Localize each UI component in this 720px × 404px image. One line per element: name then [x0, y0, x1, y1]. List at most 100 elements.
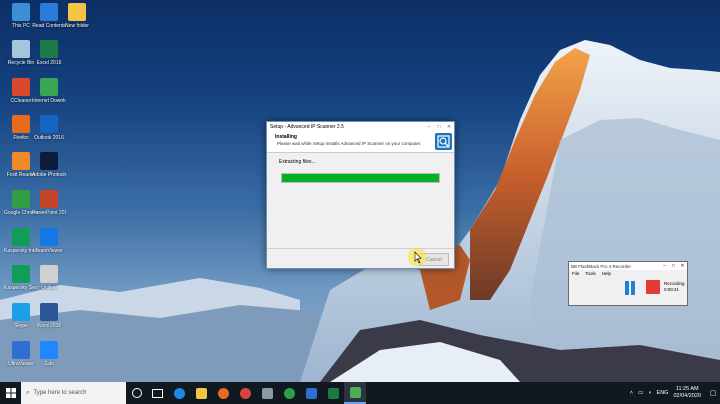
recorder-title: BB FlashBack Pro 4 Recorder [571, 263, 632, 269]
desktop-icon-label: Adobe Photosho... [32, 172, 66, 178]
stop-button[interactable] [646, 280, 660, 294]
setup-body: Extracting files... [267, 153, 454, 189]
desktop-icon-label: Word 2016 [36, 323, 62, 329]
pointer-cursor-icon [414, 251, 422, 264]
recorder-body: Recording 0:00:41 [569, 277, 687, 304]
recorder-menubar: File Tools Help [569, 270, 687, 277]
zalo-icon [40, 341, 58, 359]
taskbar-excel[interactable] [322, 382, 344, 404]
task-view-button[interactable] [147, 382, 168, 404]
desktop-icon[interactable]: New folder [60, 3, 94, 29]
cortana-icon [131, 388, 142, 398]
unikey-icon [40, 265, 58, 283]
desktop-icon[interactable]: Outlook 2016 [32, 115, 66, 141]
windows-logo-icon [5, 388, 16, 398]
powerpoint-icon [40, 190, 58, 208]
desktop-icon-label: Internet Downlo... [32, 98, 66, 104]
system-tray: ˄ ▭ ◖ ENG 11:25 AM 02/04/2020 ▢ [630, 382, 720, 404]
language-indicator[interactable]: ENG [657, 390, 669, 396]
desktop-icon-label: Excel 2016 [36, 60, 62, 66]
foxit-icon [12, 152, 30, 170]
recorder-close-button[interactable]: ✕ [678, 263, 687, 269]
kaspersky-icon [12, 228, 30, 246]
menu-file[interactable]: File [572, 271, 579, 276]
pause-button[interactable] [624, 281, 636, 295]
monitor-icon [12, 3, 30, 21]
notification-button[interactable]: ▢ [706, 382, 720, 404]
maximize-button[interactable]: □ [434, 124, 444, 130]
desktop-icon[interactable]: PowerPoint 2016 [32, 190, 66, 216]
ultraviewer-icon [305, 387, 317, 399]
start-button[interactable] [0, 382, 21, 404]
notification-icon: ▢ [709, 390, 717, 397]
menu-tools[interactable]: Tools [585, 271, 596, 276]
desktop-icon[interactable]: Word 2016 [32, 303, 66, 329]
folder-icon [68, 3, 86, 21]
recording-status: Recording 0:00:41 [664, 281, 685, 293]
ccleaner-icon [12, 78, 30, 96]
skype-icon [12, 303, 30, 321]
firefox-icon [12, 115, 30, 133]
outlook-icon [40, 115, 58, 133]
close-button[interactable]: ✕ [444, 124, 454, 130]
setup-subheading: Please wait while Setup installs Advance… [277, 141, 422, 146]
install-progress-bar [281, 173, 440, 183]
recorder-maximize-button[interactable]: □ [669, 263, 678, 269]
teamviewer-icon [40, 228, 58, 246]
excel-icon [40, 40, 58, 58]
setup-heading: Installing [275, 134, 297, 140]
taskbar-network[interactable] [256, 382, 278, 404]
ie-icon [40, 3, 58, 21]
menu-help[interactable]: Help [602, 271, 611, 276]
recorder-minimize-button[interactable]: – [660, 263, 669, 269]
desktop: This PC Read Contents New folder Recycle Bi… [0, 0, 720, 382]
taskbar-search[interactable]: ⌕ Type here to search [21, 382, 126, 404]
taskbar-chrome[interactable] [278, 382, 300, 404]
folder-icon [195, 387, 207, 399]
app-icon [239, 387, 251, 399]
desktop-icon[interactable]: Excel 2016 [32, 40, 66, 66]
desktop-icon[interactable]: Internet Downlo... [32, 78, 66, 104]
recorder-titlebar[interactable]: BB FlashBack Pro 4 Recorder – □ ✕ [569, 262, 687, 270]
taskbar: ⌕ Type here to search ˄ ▭ ◖ ENG 11:25 AM… [0, 382, 720, 404]
desktop-icon[interactable]: Zalo [32, 341, 66, 367]
clock[interactable]: 11:25 AM 02/04/2020 [673, 386, 701, 400]
advanced-ip-scanner-logo-icon [435, 133, 452, 150]
chevron-up-icon[interactable]: ˄ [630, 390, 633, 396]
clock-date: 02/04/2020 [673, 393, 701, 399]
taskbar-firefox[interactable] [212, 382, 234, 404]
desktop-icon[interactable]: Adobe Photosho... [32, 152, 66, 178]
desktop-icon[interactable]: Unikey [32, 265, 66, 291]
desktop-icon-label: TeamViewer [35, 248, 63, 254]
recorder-window: BB FlashBack Pro 4 Recorder – □ ✕ File T… [568, 261, 688, 306]
pause-icon [625, 281, 629, 295]
setup-titlebar[interactable]: Setup - Advanced IP Scanner 2.5 – □ ✕ [267, 122, 454, 131]
taskbar-setup[interactable] [344, 382, 366, 404]
chrome-icon [12, 190, 30, 208]
setup-title: Setup - Advanced IP Scanner 2.5 [270, 123, 344, 130]
task-view-icon [152, 388, 163, 398]
desktop-icon-label: PowerPoint 2016 [32, 210, 66, 216]
idm-icon [40, 78, 58, 96]
search-icon: ⌕ [26, 389, 30, 396]
firefox-icon [217, 387, 229, 399]
search-placeholder: Type here to search [33, 390, 87, 396]
cortana-button[interactable] [126, 382, 147, 404]
mouse-cursor-highlight [407, 247, 427, 267]
network-app-icon [261, 387, 273, 399]
network-icon[interactable]: ▭ [638, 390, 643, 396]
setup-app-icon [349, 386, 361, 398]
taskbar-explorer[interactable] [190, 382, 212, 404]
photoshop-icon [40, 152, 58, 170]
desktop-icon[interactable]: TeamViewer [32, 228, 66, 254]
edge-icon [173, 387, 185, 399]
ultraviewer-icon [12, 341, 30, 359]
setup-header: Installing Please wait while Setup insta… [267, 131, 454, 153]
minimize-button[interactable]: – [424, 124, 434, 130]
setup-status: Extracting files... [279, 159, 316, 165]
volume-icon[interactable]: ◖ [648, 390, 651, 396]
install-progress-fill [282, 174, 439, 182]
taskbar-edge[interactable] [168, 382, 190, 404]
taskbar-app-red[interactable] [234, 382, 256, 404]
taskbar-ultraviewer[interactable] [300, 382, 322, 404]
